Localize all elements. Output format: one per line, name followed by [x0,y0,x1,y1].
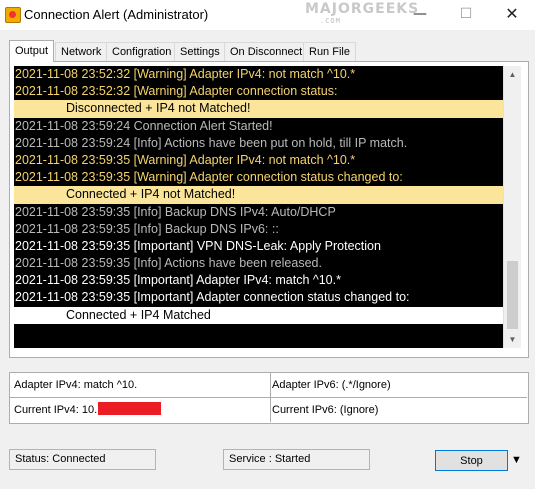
tab-on-disconnect[interactable]: On Disconnect [224,42,309,61]
log-line-status: Connected + IP4 Matched [14,306,503,324]
redaction-block [98,402,162,415]
current-ipv6-label: Current IPv6: (Ignore) [272,404,379,416]
tab-output[interactable]: Output [9,40,55,62]
log-line: 2021-11-08 23:59:35 [Warning] Adapter IP… [15,152,356,167]
title-bar: Connection Alert (Administrator) MAJORGE… [0,0,535,30]
chevron-down-icon[interactable]: ▼ [508,450,525,471]
current-ipv4-cell: Current IPv4: 10. [10,398,271,422]
scroll-thumb[interactable] [507,261,518,329]
adapter-ipv6-label: Adapter IPv6: (.*/Ignore) [268,373,527,398]
log-line: 2021-11-08 23:59:35 [Important] Adapter … [15,273,341,288]
log-line: 2021-11-08 23:59:24 [Info] Actions have … [15,135,408,150]
log-line: 2021-11-08 23:59:35 [Info] Backup DNS IP… [15,204,336,219]
minimize-button[interactable]: — [397,0,443,30]
log-line-status: Disconnected + IP4 not Matched! [14,100,503,118]
scroll-up-icon[interactable]: ▲ [504,66,521,83]
watermark-logo-sub: .COM [320,17,341,25]
service-status: Service : Started [223,449,370,470]
log-line: 2021-11-08 23:59:24 Connection Alert Sta… [15,118,273,133]
log-line: 2021-11-08 23:59:35 [Important] VPN DNS-… [15,238,381,253]
log-line: 2021-11-08 23:52:32 [Warning] Adapter IP… [15,67,356,81]
maximize-button[interactable]: ☐ [443,0,489,30]
log-line: 2021-11-08 23:59:35 [Info] Backup DNS IP… [15,221,279,236]
ip-info-panel: Adapter IPv4: match ^10. Adapter IPv6: (… [9,372,529,424]
log-scrollbar[interactable]: ▲ ▼ [503,66,521,348]
tab-configration[interactable]: Configration [106,42,178,61]
scroll-down-icon[interactable]: ▼ [504,331,521,348]
connection-status: Status: Connected [9,449,156,470]
output-log[interactable]: 2021-11-08 23:52:32 [Warning] Adapter IP… [14,66,503,348]
log-line: 2021-11-08 23:52:32 [Warning] Adapter co… [15,84,338,99]
stop-button[interactable]: Stop [435,450,508,471]
close-button[interactable]: ✕ [489,0,535,30]
current-ipv4-label: Current IPv4: 10. [14,404,98,416]
adapter-ipv4-label: Adapter IPv4: match ^10. [10,373,271,398]
log-line-status: Connected + IP4 not Matched! [14,186,503,204]
window-title: Connection Alert (Administrator) [24,7,209,22]
log-line: 2021-11-08 23:59:35 [Info] Actions have … [15,256,322,271]
log-line: 2021-11-08 23:59:35 [Warning] Adapter co… [15,170,403,185]
tab-run-file[interactable]: Run File [303,42,356,61]
app-icon [5,7,21,23]
tab-network[interactable]: Network [55,42,108,61]
log-line: 2021-11-08 23:59:35 [Important] Adapter … [15,290,410,305]
tab-settings[interactable]: Settings [174,42,226,61]
